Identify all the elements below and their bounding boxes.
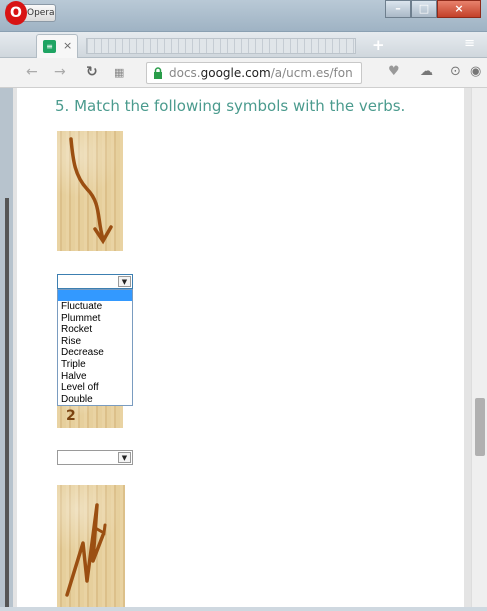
question-title: 5. Match the following symbols with the … (55, 97, 406, 115)
opera-menu-button[interactable]: O Opera (5, 1, 56, 25)
url-path: /a/ucm.es/fon (270, 66, 353, 80)
page-viewport: 5. Match the following symbols with the … (0, 88, 487, 607)
window-controls: – □ × (385, 0, 481, 18)
minimize-button[interactable]: – (385, 0, 411, 18)
forward-icon[interactable]: → (54, 64, 66, 80)
account-icon[interactable]: ◉ (470, 64, 481, 79)
window-titlebar: O Opera – □ × (0, 0, 487, 32)
url-field[interactable]: docs.google.com/a/ucm.es/fon (146, 62, 362, 84)
lock-icon (154, 67, 162, 79)
option-triple[interactable]: Triple (58, 359, 132, 371)
speed-dial-icon[interactable]: ▦ (114, 66, 124, 79)
opera-logo-icon: O (5, 1, 27, 25)
maximize-button[interactable]: □ (411, 0, 437, 18)
fluctuate-arrow-icon (65, 503, 107, 597)
cloud-icon[interactable]: ☁ (420, 64, 433, 79)
option-double[interactable]: Double (58, 394, 132, 406)
side-panel-edge (0, 88, 13, 607)
url-prefix: docs. (169, 66, 201, 80)
tab-menu-icon[interactable]: ≡ (464, 36, 475, 51)
form-content: 5. Match the following symbols with the … (17, 88, 464, 607)
option-level-off[interactable]: Level off (58, 382, 132, 394)
option-fluctuate[interactable]: Fluctuate (58, 301, 132, 313)
highlighted-empty-option[interactable] (58, 290, 132, 301)
answer-dropdown-2[interactable]: ▼ (57, 450, 133, 465)
new-tab-button[interactable]: + (372, 36, 385, 54)
option-halve[interactable]: Halve (58, 371, 132, 383)
dropdown-options-list: Fluctuate Plummet Rocket Rise Decrease T… (57, 289, 133, 406)
symbol-image-1 (57, 131, 123, 251)
google-forms-icon: ≡ (43, 40, 56, 53)
tab-close-icon[interactable]: × (63, 39, 72, 52)
back-icon[interactable]: ← (26, 64, 38, 80)
tab-strip (86, 38, 356, 54)
download-icon[interactable]: ⊙ (450, 64, 461, 79)
chevron-down-icon[interactable]: ▼ (118, 452, 131, 463)
symbol-number: 2 (66, 408, 76, 424)
page-scrollbar[interactable] (471, 88, 487, 607)
symbol-image-3 (57, 485, 125, 607)
scrollbar-thumb[interactable] (475, 398, 485, 456)
option-rocket[interactable]: Rocket (58, 324, 132, 336)
answer-dropdown-1[interactable]: ▼ (57, 274, 133, 289)
chevron-down-icon[interactable]: ▼ (118, 276, 131, 287)
reload-icon[interactable]: ↻ (86, 64, 98, 80)
tab-bar: ≡ × + ≡ (0, 32, 487, 58)
heart-icon[interactable]: ♥ (388, 64, 400, 79)
plummet-arrow-icon (69, 137, 113, 245)
option-decrease[interactable]: Decrease (58, 347, 132, 359)
url-domain: google.com (200, 66, 271, 80)
option-rise[interactable]: Rise (58, 336, 132, 348)
option-plummet[interactable]: Plummet (58, 313, 132, 325)
opera-menu-label: Opera (27, 8, 55, 18)
close-window-button[interactable]: × (437, 0, 481, 18)
tab-google-forms[interactable]: ≡ × (36, 34, 78, 58)
address-toolbar: ← → ↻ ▦ docs.google.com/a/ucm.es/fon ♥ ☁… (0, 58, 487, 88)
